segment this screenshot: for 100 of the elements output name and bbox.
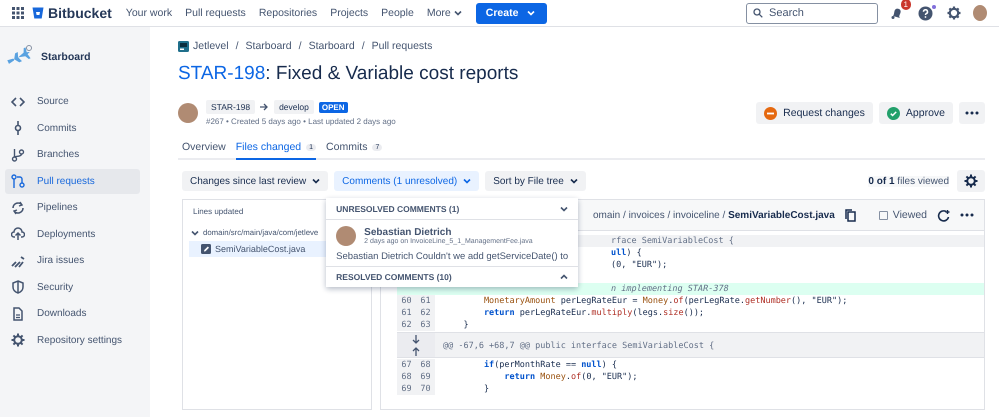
tab[interactable]: Overview — [182, 138, 226, 160]
chevron-down-icon — [527, 10, 536, 16]
line-number: 67 — [401, 359, 412, 371]
more-icon[interactable] — [960, 213, 974, 217]
status-lozenge: OPEN — [318, 102, 348, 112]
app-grid-icon[interactable] — [12, 7, 24, 19]
files-viewed-count: 0 of 1 files viewed — [868, 176, 949, 186]
create-button[interactable]: Create — [476, 2, 548, 24]
breadcrumb-link[interactable]: Starboard — [308, 40, 355, 52]
edit-file-icon — [201, 244, 211, 254]
search-field[interactable]: Search — [746, 2, 878, 24]
comment-author: Sebastian Dietrich — [364, 227, 452, 238]
sidebar-item[interactable]: Downloads — [5, 301, 140, 326]
breadcrumb-link[interactable]: Jetlevel — [193, 40, 229, 52]
pr-title: : Fixed & Variable cost reports — [265, 63, 518, 84]
shield-icon — [11, 280, 25, 294]
arrow-up-icon[interactable] — [412, 346, 420, 356]
nav-link[interactable]: Your work — [126, 7, 172, 19]
breadcrumb-separator: / — [236, 40, 239, 52]
settings-icon — [11, 333, 25, 347]
arrow-right-icon — [260, 103, 270, 111]
more-menu[interactable]: More — [426, 7, 462, 19]
section-header[interactable]: RESOLVED COMMENTS (10) — [326, 267, 578, 287]
sidebar-item[interactable]: Pipelines — [5, 195, 140, 220]
code-line: } — [462, 319, 469, 331]
hunk-header: @@ -67,6 +68,7 @@ public interface SemiVariableCost { — [442, 340, 714, 353]
code-line: if(perMonthRate == null) { — [482, 359, 618, 371]
help-icon[interactable] — [918, 6, 933, 20]
approve-button[interactable]: Approve — [878, 102, 953, 124]
hunk-header: rface SemiVariableCost { — [610, 235, 734, 247]
cloud-upload-icon — [11, 227, 25, 241]
target-branch[interactable]: develop — [274, 100, 314, 114]
code-line: ull) { — [610, 247, 642, 259]
line-number: 61 — [420, 295, 431, 307]
line-number: 69 — [401, 383, 412, 395]
arrow-down-icon[interactable] — [412, 334, 420, 344]
line-number: 62 — [420, 307, 431, 319]
sidebar-item[interactable]: Pull requests — [5, 168, 140, 194]
line-number: 61 — [401, 307, 412, 319]
repository-name[interactable]: Starboard — [41, 51, 91, 63]
branch-icon — [11, 148, 25, 162]
notification-count: 1 — [900, 0, 911, 10]
sidebar-item[interactable]: Security — [5, 274, 140, 300]
search-icon — [753, 8, 763, 18]
code-line: return Money.of(0, "EUR"); — [503, 371, 638, 383]
more-actions-button[interactable] — [959, 102, 985, 124]
nav-link[interactable]: People — [381, 7, 414, 19]
line-number: 68 — [420, 359, 431, 371]
request-changes-button[interactable]: Request changes — [756, 102, 873, 124]
minus-circle-icon — [764, 106, 778, 120]
pull-request-icon — [11, 174, 25, 188]
workspace-icon — [178, 40, 189, 52]
nav-link[interactable]: Repositories — [258, 7, 318, 19]
nav-link[interactable]: Pull requests — [185, 7, 246, 19]
file-path: omain / invoices / invoiceline / SemiVariableCost.java — [593, 210, 835, 220]
pr-meta: #267 • Created 5 days ago • Last updated 2 days ago — [206, 117, 396, 126]
code-line: (0, "EUR"); — [610, 259, 668, 271]
line-number: 63 — [420, 319, 431, 331]
sidebar-item[interactable]: Deployments — [5, 222, 140, 246]
chevron-down-icon — [454, 10, 462, 16]
product-name[interactable]: Bitbucket — [48, 5, 112, 21]
code-line: MonetaryAmount perLegRateEur = Money.of(perLegRate.getNumber(), "EUR"); — [482, 295, 848, 307]
sidebar-item[interactable]: Repository settings — [5, 328, 140, 352]
chevron-down-icon — [560, 206, 568, 212]
source-branch[interactable]: STAR-198 — [206, 100, 256, 114]
sidebar-item[interactable]: Commits — [5, 116, 140, 140]
document-icon — [11, 306, 25, 320]
filter-dropdown[interactable]: Changes since last review — [182, 171, 328, 191]
filter-dropdown[interactable]: Sort by File tree — [485, 171, 586, 191]
author-avatar — [178, 103, 198, 123]
line-number: 69 — [420, 371, 431, 383]
check-circle-icon — [886, 106, 900, 120]
user-avatar[interactable] — [973, 5, 987, 21]
breadcrumb-link[interactable]: Starboard — [246, 40, 292, 52]
filter-dropdown[interactable]: Comments (1 unresolved) — [334, 171, 480, 191]
chevron-down-icon — [570, 178, 578, 184]
breadcrumb-separator: / — [298, 40, 302, 52]
diff-settings-button[interactable] — [957, 170, 985, 192]
issue-key-link[interactable]: STAR-198 — [178, 63, 266, 84]
commenter-avatar — [336, 226, 356, 246]
line-number: 70 — [420, 383, 431, 395]
sidebar-item[interactable]: Source — [5, 89, 140, 114]
nav-link[interactable]: Projects — [330, 7, 368, 19]
viewed-checkbox[interactable]: Viewed — [878, 209, 927, 221]
code-line: } — [482, 383, 490, 395]
code-line: n implementing STAR-378 — [610, 283, 729, 295]
sidebar-item[interactable]: Branches — [5, 142, 140, 167]
chevron-down-icon — [463, 178, 472, 184]
section-header[interactable]: UNRESOLVED COMMENTS (1) — [326, 198, 578, 220]
comment-add-icon[interactable] — [937, 208, 950, 222]
cycle-arrows-icon — [11, 200, 25, 214]
line-number: 62 — [401, 319, 412, 331]
settings-icon[interactable] — [947, 6, 961, 20]
line-number: 60 — [401, 295, 412, 307]
settings-icon — [964, 174, 978, 188]
breadcrumb-link[interactable]: Pull requests — [372, 40, 432, 52]
sidebar-item[interactable]: Jira issues — [5, 248, 140, 273]
code-icon — [11, 94, 25, 108]
chevron-down-icon — [191, 230, 199, 236]
copy-icon[interactable] — [844, 208, 856, 222]
